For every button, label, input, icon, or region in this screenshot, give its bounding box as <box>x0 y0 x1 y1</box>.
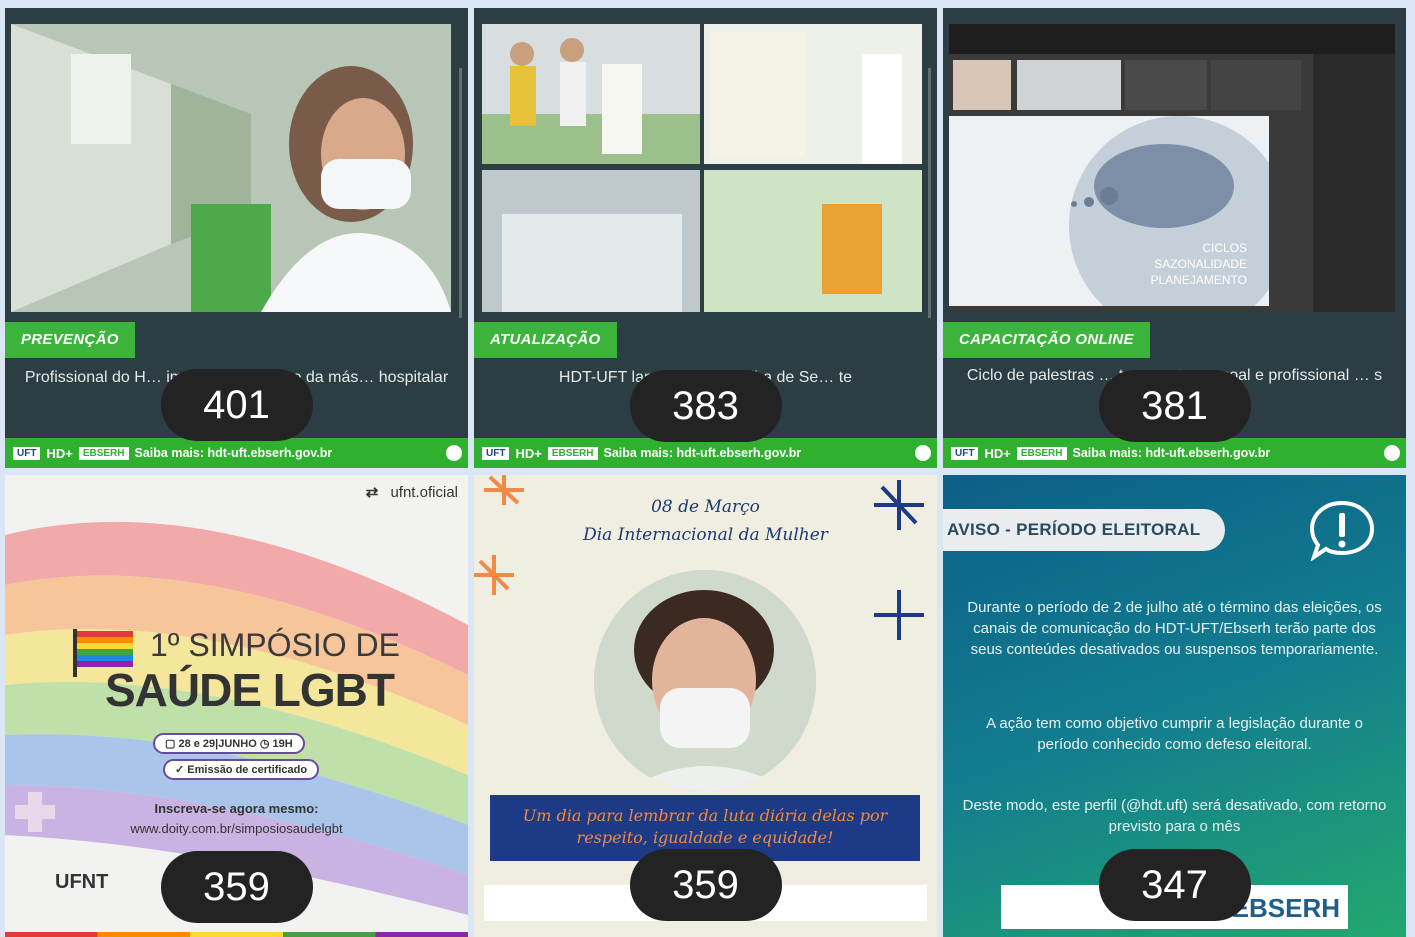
post-image-meeting: CICLOS SAZONALIDADE PLANEJAMENTO <box>949 24 1395 312</box>
post-footer: UFT HD+ EBSERH Saiba mais: hdt-uft.ebser… <box>474 438 937 468</box>
category-tag: PREVENÇÃO <box>5 322 135 358</box>
ebserh-logo: EBSERH <box>1016 446 1067 460</box>
notice-badge: AVISO - PERÍODO ELEITORAL <box>943 509 1225 551</box>
participants-panel <box>1313 54 1395 312</box>
post-tile-prevencao[interactable]: PREVENÇÃO Profissional do H… importância… <box>5 8 468 468</box>
pointer-icon <box>915 445 931 461</box>
portrait-image <box>594 570 816 792</box>
event-title-line1: 1º SIMPÓSIO DE <box>150 627 400 663</box>
uft-logo: UFT <box>951 446 979 460</box>
view-count-badge: 347 <box>1098 849 1251 921</box>
participant-thumbnail <box>1017 60 1121 110</box>
check-icon: ✓ <box>175 764 185 776</box>
repost-handle: ⇄ ufnt.oficial <box>365 484 458 501</box>
post-image <box>11 24 451 312</box>
participant-thumbnail <box>1125 60 1207 110</box>
clock-icon: ◷ <box>259 738 270 750</box>
meeting-toolbar <box>949 24 1395 54</box>
calendar-icon: ▢ <box>165 738 176 750</box>
rainbow-stripe <box>5 932 468 937</box>
hdt-logo: HD+ <box>46 445 73 461</box>
post-image-collage <box>482 24 922 312</box>
event-date-pill: ▢ 28 e 29|JUNHO ◷ 19H <box>153 733 305 754</box>
post-tile-aviso-eleitoral[interactable]: AVISO - PERÍODO ELEITORAL Durante o perí… <box>943 475 1406 937</box>
photo-credit <box>459 68 462 318</box>
shared-slide: CICLOS SAZONALIDADE PLANEJAMENTO <box>949 116 1269 306</box>
hdt-logo: HD+ <box>515 445 542 461</box>
event-title-line2: SAÚDE LGBT <box>105 664 395 716</box>
uft-logo: UFT <box>13 446 41 460</box>
ebserh-logo: EBSERH <box>547 446 598 460</box>
view-count-badge: 401 <box>160 369 313 441</box>
ebserh-logo: EBSERH <box>78 446 129 460</box>
pointer-icon <box>446 445 462 461</box>
certificate-pill: ✓ Emissão de certificado <box>163 759 320 780</box>
post-tile-atualizacao[interactable]: ATUALIZAÇÃO HDT-UFT lança … da Cartilha … <box>474 8 937 468</box>
view-count-badge: 381 <box>1098 370 1251 442</box>
participant-thumbnail <box>1211 60 1301 110</box>
event-name: Dia Internacional da Mulher <box>583 525 828 545</box>
footer-link-text: Saiba mais: hdt-uft.ebserh.gov.br <box>1072 446 1271 460</box>
view-count-badge: 359 <box>629 849 782 921</box>
view-count-badge: 359 <box>160 851 313 923</box>
signup-cta: Inscreva-se agora mesmo: <box>154 801 319 816</box>
participant-thumbnail <box>953 60 1011 110</box>
category-tag: ATUALIZAÇÃO <box>474 322 617 358</box>
alert-bubble-icon <box>1309 500 1375 561</box>
signup-url: www.doity.com.br/simposiosaudelgbt <box>130 821 343 836</box>
footer-link-text: Saiba mais: hdt-uft.ebserh.gov.br <box>134 446 333 460</box>
post-tile-simposio-lgbt[interactable]: ⇄ ufnt.oficial 1º SIMPÓSIO DE SAÚDE LGBT… <box>5 475 468 937</box>
post-footer: UFT HD+ EBSERH Saiba mais: hdt-uft.ebser… <box>5 438 468 468</box>
photo-credit <box>928 68 931 318</box>
post-grid: PREVENÇÃO Profissional do H… importância… <box>5 8 1406 937</box>
post-footer: UFT HD+ EBSERH Saiba mais: hdt-uft.ebser… <box>943 438 1406 468</box>
ufnt-logo: UFNT <box>55 871 109 893</box>
footer-link-text: Saiba mais: hdt-uft.ebserh.gov.br <box>603 446 802 460</box>
category-tag: CAPACITAÇÃO ONLINE <box>943 322 1150 358</box>
event-date: 08 de Março <box>651 497 760 517</box>
notice-paragraph-1: Durante o período de 2 de julho até o té… <box>967 599 1382 658</box>
slide-title: CICLOS SAZONALIDADE PLANEJAMENTO <box>1150 241 1247 287</box>
notice-paragraph-3: Deste modo, este perfil (@hdt.uft) será … <box>962 797 1387 835</box>
view-count-badge: 383 <box>629 370 782 442</box>
uft-logo: UFT <box>482 446 510 460</box>
pointer-icon <box>1384 445 1400 461</box>
post-tile-dia-da-mulher[interactable]: 08 de Março Dia Internacional da Mulher … <box>474 475 937 937</box>
hdt-logo: HD+ <box>984 445 1011 461</box>
post-tile-capacitacao[interactable]: CICLOS SAZONALIDADE PLANEJAMENTO CAPACIT… <box>943 8 1406 468</box>
repost-icon: ⇄ <box>365 484 379 501</box>
notice-paragraph-2: A ação tem como objetivo cumprir a legis… <box>986 715 1363 753</box>
